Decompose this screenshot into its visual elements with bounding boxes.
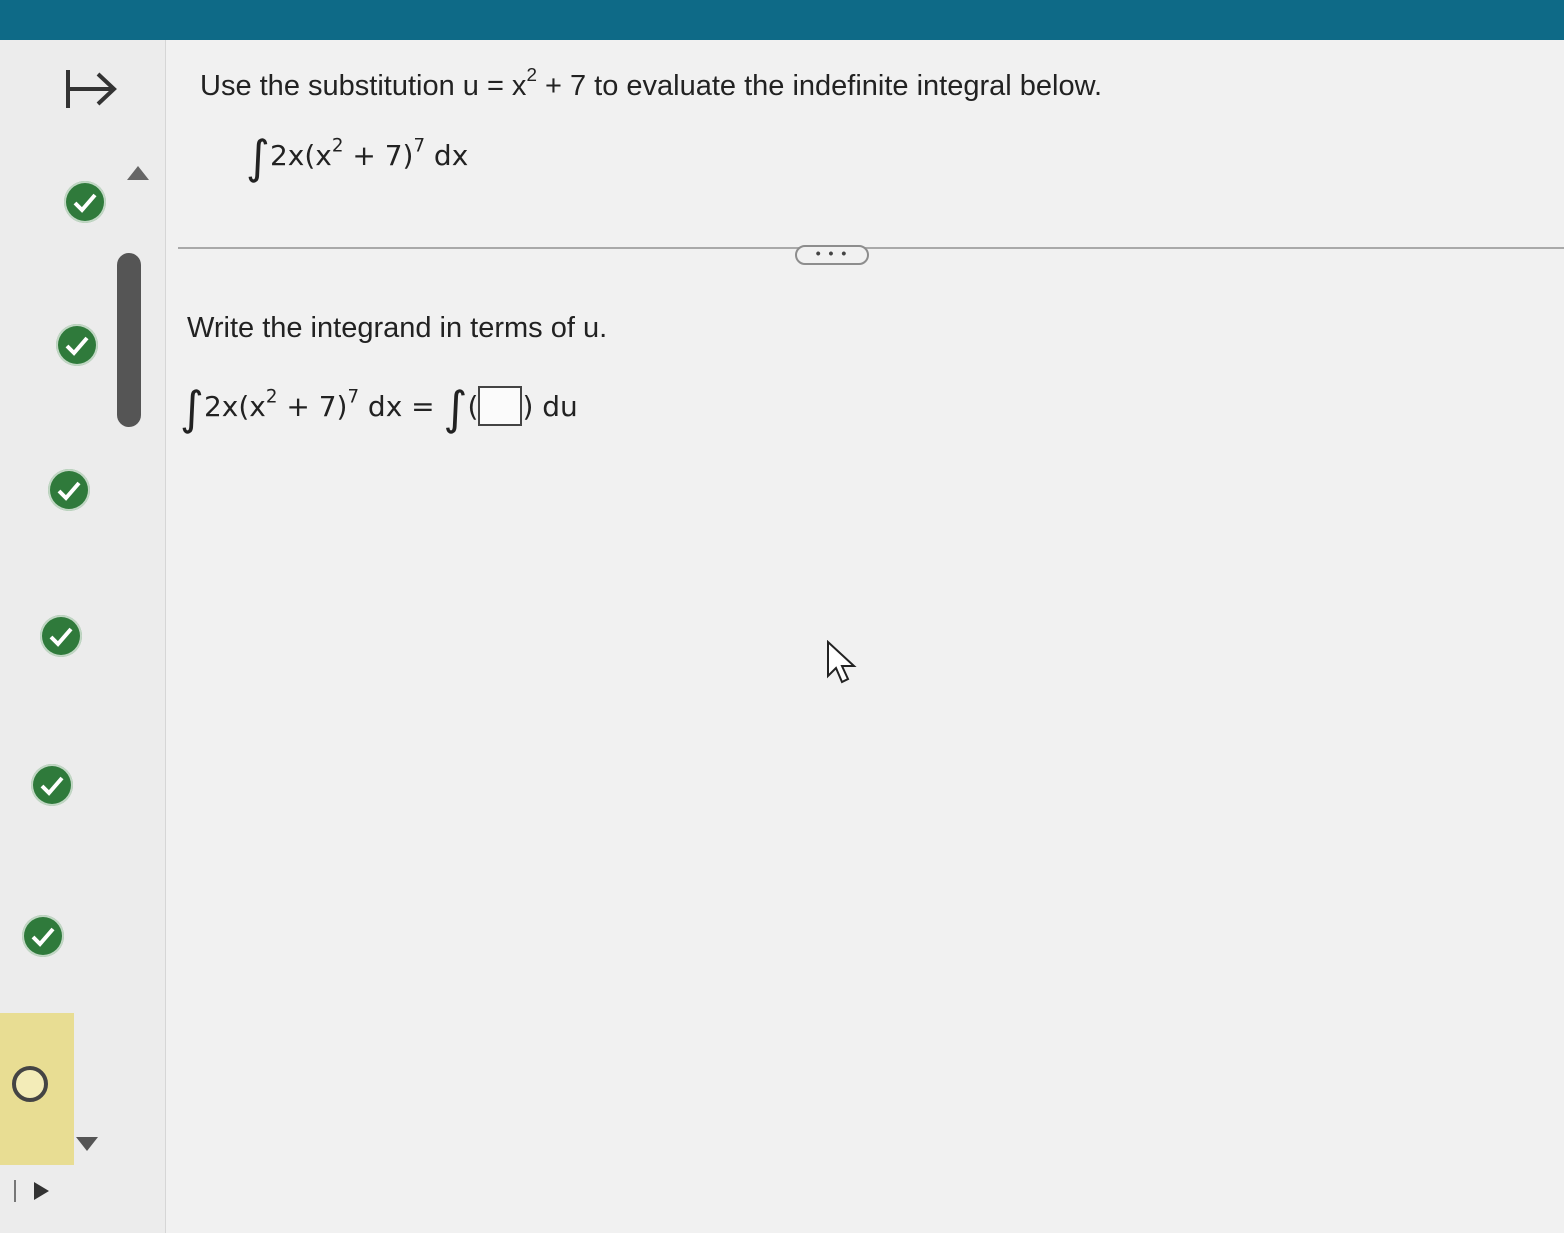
collapse-arrow-icon[interactable]	[62, 66, 120, 112]
check-circle-icon[interactable]	[64, 181, 106, 223]
scroll-down-arrow[interactable]	[76, 1137, 98, 1151]
open-circle-icon[interactable]	[12, 1066, 48, 1102]
check-circle-icon[interactable]	[40, 615, 82, 657]
question-content	[166, 40, 1564, 1233]
given-integral: ∫2x(x2 + 7)7 dx	[246, 130, 469, 184]
answer-input[interactable]	[478, 386, 523, 426]
check-circle-icon[interactable]	[31, 764, 73, 806]
check-circle-icon[interactable]	[56, 324, 98, 366]
scrollbar-thumb[interactable]	[117, 253, 141, 427]
step-instruction: Write the integrand in terms of u.	[187, 312, 608, 344]
more-options-button[interactable]: • • •	[795, 245, 869, 265]
question-prompt: Use the substitution u = x2 + 7 to evalu…	[200, 64, 1103, 103]
answer-equation: ∫2x(x2 + 7)7 dx = ∫() du	[180, 381, 578, 435]
check-circle-icon[interactable]	[22, 915, 64, 957]
check-circle-icon[interactable]	[48, 469, 90, 511]
mouse-pointer-icon	[826, 639, 858, 689]
section-divider	[178, 247, 1564, 249]
integral-sign: ∫	[246, 130, 270, 184]
scroll-up-arrow[interactable]	[127, 166, 149, 180]
integral-sign: ∫	[443, 381, 468, 435]
integral-sign: ∫	[180, 381, 204, 435]
divider-bar	[14, 1180, 16, 1202]
top-bar	[0, 0, 1564, 40]
next-arrow-icon[interactable]	[34, 1182, 49, 1200]
